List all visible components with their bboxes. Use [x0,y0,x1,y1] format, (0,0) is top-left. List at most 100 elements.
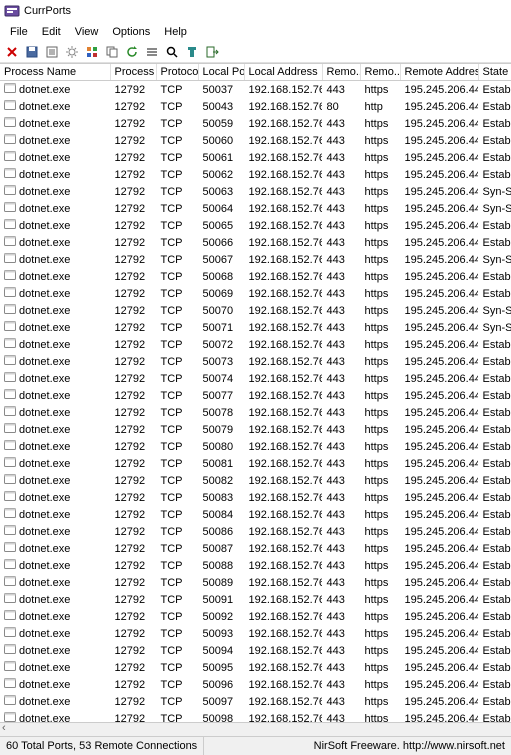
cell-remote-port: 443 [322,591,360,608]
filter-icon[interactable] [184,44,200,60]
table-row[interactable]: dotnet.exe12792TCP50096192.168.152.76443… [0,676,511,693]
process-icon [4,541,16,556]
connections-table-wrap[interactable]: Process Name Process ID Protocol Local P… [0,63,511,750]
cell-remote-port: 80 [322,98,360,115]
table-row[interactable]: dotnet.exe12792TCP50089192.168.152.76443… [0,574,511,591]
cell-remote-service: https [360,421,400,438]
cell-process-id: 12792 [110,387,156,404]
col-protocol[interactable]: Protocol [156,64,198,81]
settings-icon[interactable] [64,44,80,60]
horizontal-scrollbar[interactable] [0,722,511,737]
process-icon [4,337,16,352]
table-row[interactable]: dotnet.exe12792TCP50084192.168.152.76443… [0,506,511,523]
cell-local-address: 192.168.152.76 [244,404,322,421]
table-row[interactable]: dotnet.exe12792TCP50095192.168.152.76443… [0,659,511,676]
table-row[interactable]: dotnet.exe12792TCP50069192.168.152.76443… [0,285,511,302]
cell-process-id: 12792 [110,149,156,166]
cell-process-id: 12792 [110,370,156,387]
col-local-port[interactable]: Local Port [198,64,244,81]
table-row[interactable]: dotnet.exe12792TCP50083192.168.152.76443… [0,489,511,506]
close-connection-icon[interactable] [4,44,20,60]
properties-icon[interactable] [44,44,60,60]
table-row[interactable]: dotnet.exe12792TCP50086192.168.152.76443… [0,523,511,540]
cell-local-address: 192.168.152.76 [244,251,322,268]
table-row[interactable]: dotnet.exe12792TCP50087192.168.152.76443… [0,540,511,557]
save-icon[interactable] [24,44,40,60]
cell-protocol: TCP [156,98,198,115]
cell-local-port: 50080 [198,438,244,455]
cell-remote-address: 195.245.206.44 [400,625,478,642]
cell-process-name: dotnet.exe [19,203,70,215]
table-row[interactable]: dotnet.exe12792TCP50043192.168.152.7680h… [0,98,511,115]
cell-local-address: 192.168.152.76 [244,676,322,693]
cell-remote-port: 443 [322,625,360,642]
cell-local-address: 192.168.152.76 [244,115,322,132]
menu-options[interactable]: Options [106,24,156,40]
table-row[interactable]: dotnet.exe12792TCP50074192.168.152.76443… [0,370,511,387]
col-remote-address[interactable]: Remote Address [400,64,478,81]
col-process-name[interactable]: Process Name [0,64,110,81]
col-remote-service[interactable]: Remo... [360,64,400,81]
menu-edit[interactable]: Edit [36,24,67,40]
table-row[interactable]: dotnet.exe12792TCP50094192.168.152.76443… [0,642,511,659]
table-row[interactable]: dotnet.exe12792TCP50079192.168.152.76443… [0,421,511,438]
menu-help[interactable]: Help [158,24,193,40]
cell-protocol: TCP [156,81,198,99]
table-row[interactable]: dotnet.exe12792TCP50061192.168.152.76443… [0,149,511,166]
table-row[interactable]: dotnet.exe12792TCP50093192.168.152.76443… [0,625,511,642]
table-row[interactable]: dotnet.exe12792TCP50059192.168.152.76443… [0,115,511,132]
table-row[interactable]: dotnet.exe12792TCP50081192.168.152.76443… [0,455,511,472]
table-row[interactable]: dotnet.exe12792TCP50064192.168.152.76443… [0,200,511,217]
table-row[interactable]: dotnet.exe12792TCP50060192.168.152.76443… [0,132,511,149]
table-row[interactable]: dotnet.exe12792TCP50080192.168.152.76443… [0,438,511,455]
table-row[interactable]: dotnet.exe12792TCP50097192.168.152.76443… [0,693,511,710]
table-row[interactable]: dotnet.exe12792TCP50071192.168.152.76443… [0,319,511,336]
table-row[interactable]: dotnet.exe12792TCP50082192.168.152.76443… [0,472,511,489]
cell-local-address: 192.168.152.76 [244,370,322,387]
col-process-id[interactable]: Process ID [110,64,156,81]
menu-view[interactable]: View [69,24,105,40]
cell-process-id: 12792 [110,693,156,710]
table-row[interactable]: dotnet.exe12792TCP50077192.168.152.76443… [0,387,511,404]
options-icon[interactable] [144,44,160,60]
table-row[interactable]: dotnet.exe12792TCP50037192.168.152.76443… [0,81,511,99]
process-icon [4,184,16,199]
find-icon[interactable] [164,44,180,60]
table-row[interactable]: dotnet.exe12792TCP50073192.168.152.76443… [0,353,511,370]
cell-protocol: TCP [156,115,198,132]
cell-state: Established [478,285,511,302]
table-row[interactable]: dotnet.exe12792TCP50062192.168.152.76443… [0,166,511,183]
menu-file[interactable]: File [4,24,34,40]
table-row[interactable]: dotnet.exe12792TCP50091192.168.152.76443… [0,591,511,608]
table-row[interactable]: dotnet.exe12792TCP50063192.168.152.76443… [0,183,511,200]
table-row[interactable]: dotnet.exe12792TCP50072192.168.152.76443… [0,336,511,353]
cell-local-port: 50043 [198,98,244,115]
col-state[interactable]: State [478,64,511,81]
table-row[interactable]: dotnet.exe12792TCP50092192.168.152.76443… [0,608,511,625]
cell-protocol: TCP [156,268,198,285]
cell-local-address: 192.168.152.76 [244,234,322,251]
table-row[interactable]: dotnet.exe12792TCP50078192.168.152.76443… [0,404,511,421]
cell-remote-port: 443 [322,608,360,625]
table-row[interactable]: dotnet.exe12792TCP50068192.168.152.76443… [0,268,511,285]
cell-remote-address: 195.245.206.44 [400,693,478,710]
copy-icon[interactable] [104,44,120,60]
table-row[interactable]: dotnet.exe12792TCP50088192.168.152.76443… [0,557,511,574]
process-icon [4,371,16,386]
refresh-icon[interactable] [124,44,140,60]
process-icon [4,99,16,114]
table-row[interactable]: dotnet.exe12792TCP50067192.168.152.76443… [0,251,511,268]
cell-state: Established [478,642,511,659]
process-icon[interactable] [84,44,100,60]
col-remote-port[interactable]: Remo... [322,64,360,81]
cell-state: Established [478,625,511,642]
cell-local-port: 50073 [198,353,244,370]
table-row[interactable]: dotnet.exe12792TCP50070192.168.152.76443… [0,302,511,319]
col-local-address[interactable]: Local Address [244,64,322,81]
table-row[interactable]: dotnet.exe12792TCP50065192.168.152.76443… [0,217,511,234]
cell-process-id: 12792 [110,591,156,608]
cell-remote-service: https [360,472,400,489]
exit-icon[interactable] [204,44,220,60]
table-row[interactable]: dotnet.exe12792TCP50066192.168.152.76443… [0,234,511,251]
cell-process-name: dotnet.exe [19,407,70,419]
